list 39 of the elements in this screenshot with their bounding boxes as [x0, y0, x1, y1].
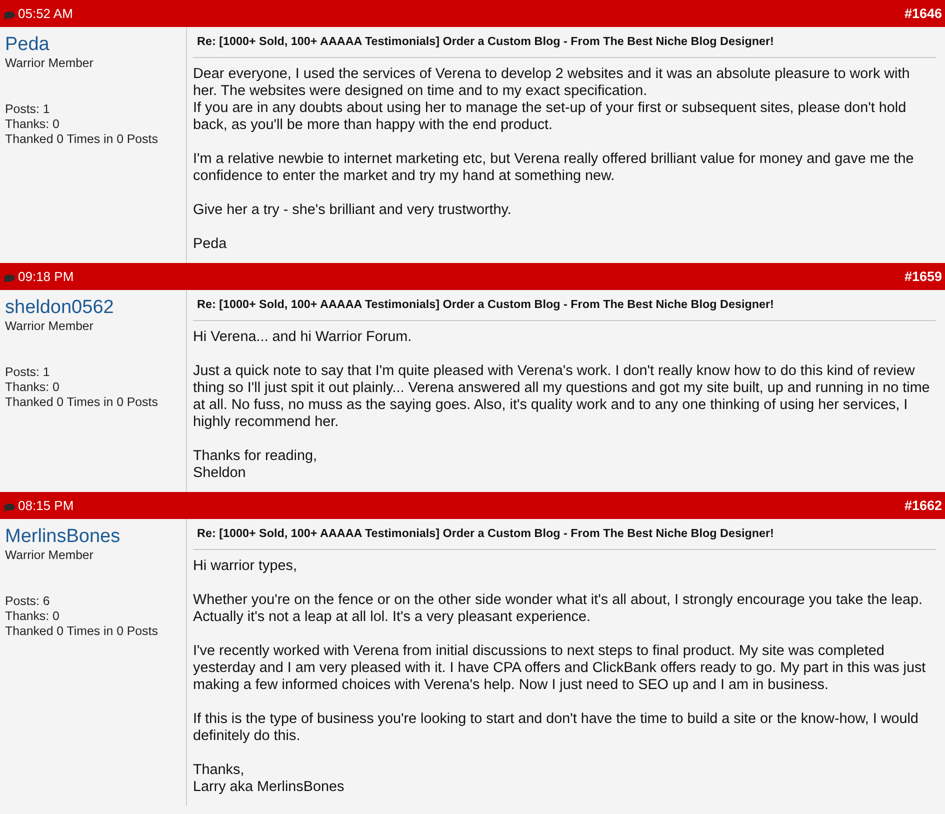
post-number[interactable]: #1659 [904, 268, 942, 285]
post-paragraph: Hi Verena... and hi Warrior Forum. [193, 329, 413, 346]
post-title: Re: [1000+ Sold, 100+ AAAAA Testimonials] Order a Custom Blog - From The Best Niche Blog Designer! [196, 297, 774, 313]
post-paragraph: Dear everyone, I used the services of Verena to develop 2 websites and it was an absolute pleasure to work with her. The websites were designed on time and to my exact specification. If you are in any doubts about using her to manage the set-up of your first or subsequent sites, please don't hold back, as you'll be more than happy with the end product. [193, 66, 911, 134]
user-stat: Thanks: 0 [5, 117, 60, 132]
post-time: 05:52 AM [18, 5, 73, 22]
username-link[interactable]: Peda [5, 34, 50, 56]
user-stat: Posts: 1 [5, 365, 50, 380]
post-paragraph: Whether you're on the fence or on the other side wonder what it's all about, I strongly encourage you take the leap. Actually it's not a leap at all lol. It's a very pleasant experience. [193, 592, 924, 626]
user-stat: Thanked 0 Times in 0 Posts [5, 395, 158, 410]
speech-bubble-icon [3, 502, 15, 512]
user-stat: Posts: 6 [5, 594, 50, 609]
post-paragraph: Give her a try - she's brilliant and very trustworthy. [193, 202, 512, 219]
post-paragraph: I've recently worked with Verena from initial discussions to next steps to final product. My site was completed yesterday and I am very pleased with it. I have CPA offers and ClickBank offers ready to go. My part in this was just making a few informed choices with Verena's help. Now I just need to SEO up and I am in business. [193, 643, 927, 694]
post-paragraph: Just a quick note to say that I'm quite pleased with Verena's work. I don't really know how to do this kind of review thing so I'll just spit it out plainly... Verena answered all my questions and got my site built, up and running in no time at all. No fuss, no muss as the saying goes. Also, it's quality work and to any one thinking of using her services, I highly recommend her. [193, 363, 931, 431]
user-rank: Warrior Member [5, 56, 94, 71]
post-paragraph: I'm a relative newbie to internet marketing etc, but Verena really offered brilliant value for money and gave me the confidence to enter the market and try my hand at something new. [193, 151, 915, 185]
post-paragraph: If this is the type of business you're looking to start and don't have the time to build a site or the know-how, I would definitely do this. [193, 711, 920, 745]
speech-bubble-icon [3, 274, 15, 282]
post-title: Re: [1000+ Sold, 100+ AAAAA Testimonials] Order a Custom Blog - From The Best Niche Blog Designer! [196, 526, 774, 542]
post-time: 09:18 PM [18, 268, 74, 285]
user-rank: Warrior Member [5, 319, 94, 334]
speech-bubble-icon [3, 10, 15, 20]
post-paragraph: Thanks, Larry aka MerlinsBones [193, 762, 346, 796]
post-number[interactable]: #1646 [904, 5, 942, 22]
user-stat: Thanked 0 Times in 0 Posts [5, 624, 158, 639]
post-title: Re: [1000+ Sold, 100+ AAAAA Testimonials] Order a Custom Blog - From The Best Niche Blog Designer! [196, 34, 774, 50]
post-paragraph: Hi warrior types, [193, 558, 298, 575]
username-link[interactable]: sheldon0562 [5, 297, 114, 319]
post-paragraph: Thanks for reading, Sheldon [193, 448, 318, 482]
username-link[interactable]: MerlinsBones [5, 526, 120, 548]
user-stat: Thanks: 0 [5, 380, 60, 395]
user-stat: Thanked 0 Times in 0 Posts [5, 132, 158, 147]
user-stat: Thanks: 0 [5, 609, 60, 624]
post-time: 08:15 PM [18, 497, 74, 514]
post-paragraph: Peda [193, 236, 228, 253]
user-rank: Warrior Member [5, 548, 94, 563]
user-stat: Posts: 1 [5, 102, 50, 117]
post-number[interactable]: #1662 [904, 497, 942, 514]
